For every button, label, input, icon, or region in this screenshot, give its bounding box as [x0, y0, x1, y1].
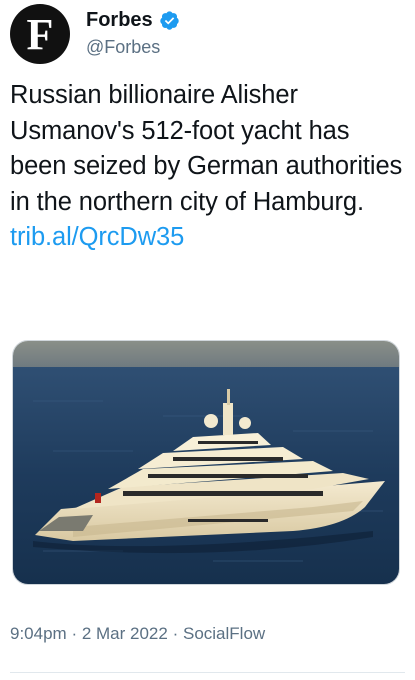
avatar-letter: F — [26, 10, 54, 59]
yacht-photo-icon — [13, 341, 399, 584]
divider — [10, 672, 405, 673]
tweet-source[interactable]: SocialFlow — [183, 624, 265, 643]
tweet-link[interactable]: trib.al/QrcDw35 — [10, 220, 405, 256]
tweet-header: F Forbes @Forbes — [10, 4, 405, 66]
tweet-time[interactable]: 9:04pm — [10, 624, 67, 643]
tweet-body: Russian billionaire Alisher Usmanov's 51… — [10, 78, 405, 256]
meta-separator: · — [71, 624, 78, 643]
meta-separator: · — [172, 624, 179, 643]
name-row: Forbes — [86, 8, 180, 32]
verified-badge-icon — [159, 10, 179, 30]
avatar[interactable]: F — [10, 4, 70, 64]
account-handle[interactable]: @Forbes — [86, 37, 160, 58]
tweet-text: Russian billionaire Alisher Usmanov's 51… — [10, 81, 403, 216]
tweet-meta: 9:04pm · 2 Mar 2022 · SocialFlow — [10, 624, 265, 644]
tweet-media[interactable] — [12, 340, 400, 585]
display-name[interactable]: Forbes — [86, 9, 153, 32]
tweet-date[interactable]: 2 Mar 2022 — [82, 624, 168, 643]
